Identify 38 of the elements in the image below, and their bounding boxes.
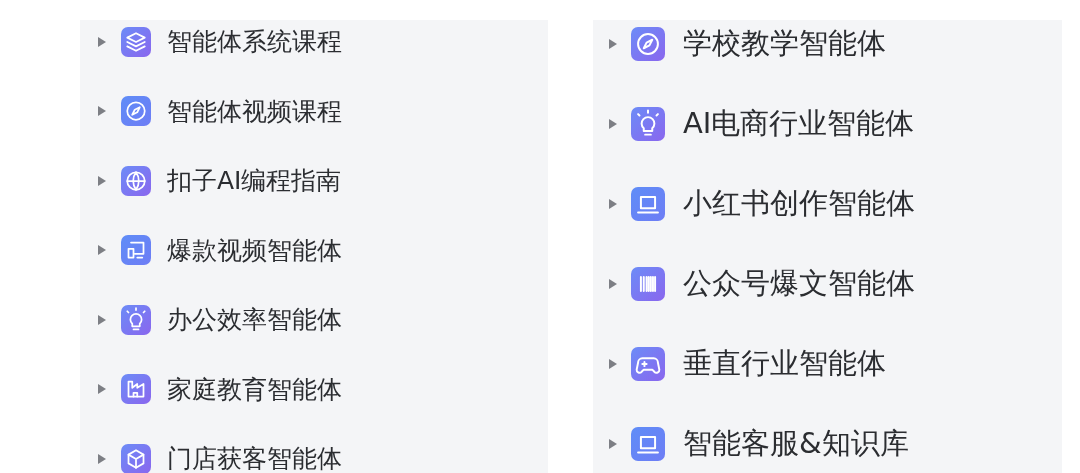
expand-arrow-icon[interactable] — [96, 34, 108, 49]
expand-arrow-icon[interactable] — [96, 312, 108, 327]
compass-icon — [631, 27, 665, 61]
laptop-icon — [631, 427, 665, 461]
tree-item-label[interactable]: 扣子AI编程指南 — [167, 164, 342, 198]
tree-item-label[interactable]: 学校教学智能体 — [683, 24, 886, 64]
tree-item-label[interactable]: 家庭教育智能体 — [167, 372, 342, 406]
expand-arrow-icon[interactable] — [96, 451, 108, 466]
expand-arrow-icon[interactable] — [607, 357, 619, 371]
gamepad-icon — [631, 347, 665, 381]
tree-item-label[interactable]: 小红书创作智能体 — [683, 184, 915, 224]
tree-item-label[interactable]: 智能体系统课程 — [167, 25, 342, 59]
layers-icon — [121, 26, 151, 57]
globe-icon — [121, 165, 151, 196]
expand-arrow-icon[interactable] — [607, 197, 619, 211]
expand-arrow-icon[interactable] — [607, 277, 619, 291]
expand-arrow-icon[interactable] — [96, 173, 108, 188]
expand-arrow-icon[interactable] — [96, 104, 108, 119]
laptop-icon — [631, 187, 665, 221]
expand-arrow-icon[interactable] — [607, 117, 619, 131]
barcode-icon — [631, 267, 665, 301]
tree-item-label[interactable]: 门店获客智能体 — [167, 442, 342, 473]
tree-item-label[interactable]: 爆款视频智能体 — [167, 233, 342, 267]
tree-item-label[interactable]: 公众号爆文智能体 — [683, 264, 915, 304]
lightbulb-icon — [121, 304, 151, 335]
expand-arrow-icon[interactable] — [96, 243, 108, 258]
tree-item-label[interactable]: AI电商行业智能体 — [683, 104, 915, 144]
expand-arrow-icon[interactable] — [607, 437, 619, 451]
lightbulb-icon — [631, 107, 665, 141]
tree-item-label[interactable]: 垂直行业智能体 — [683, 344, 886, 384]
screen-icon — [121, 235, 151, 266]
expand-arrow-icon[interactable] — [96, 382, 108, 397]
compass-icon — [121, 96, 151, 127]
expand-arrow-icon[interactable] — [607, 37, 619, 51]
factory-icon — [121, 374, 151, 405]
tree-item-label[interactable]: 智能客服&知识库 — [683, 424, 909, 464]
tree-item-label[interactable]: 智能体视频课程 — [167, 94, 342, 128]
tree-item-label[interactable]: 办公效率智能体 — [167, 303, 342, 337]
